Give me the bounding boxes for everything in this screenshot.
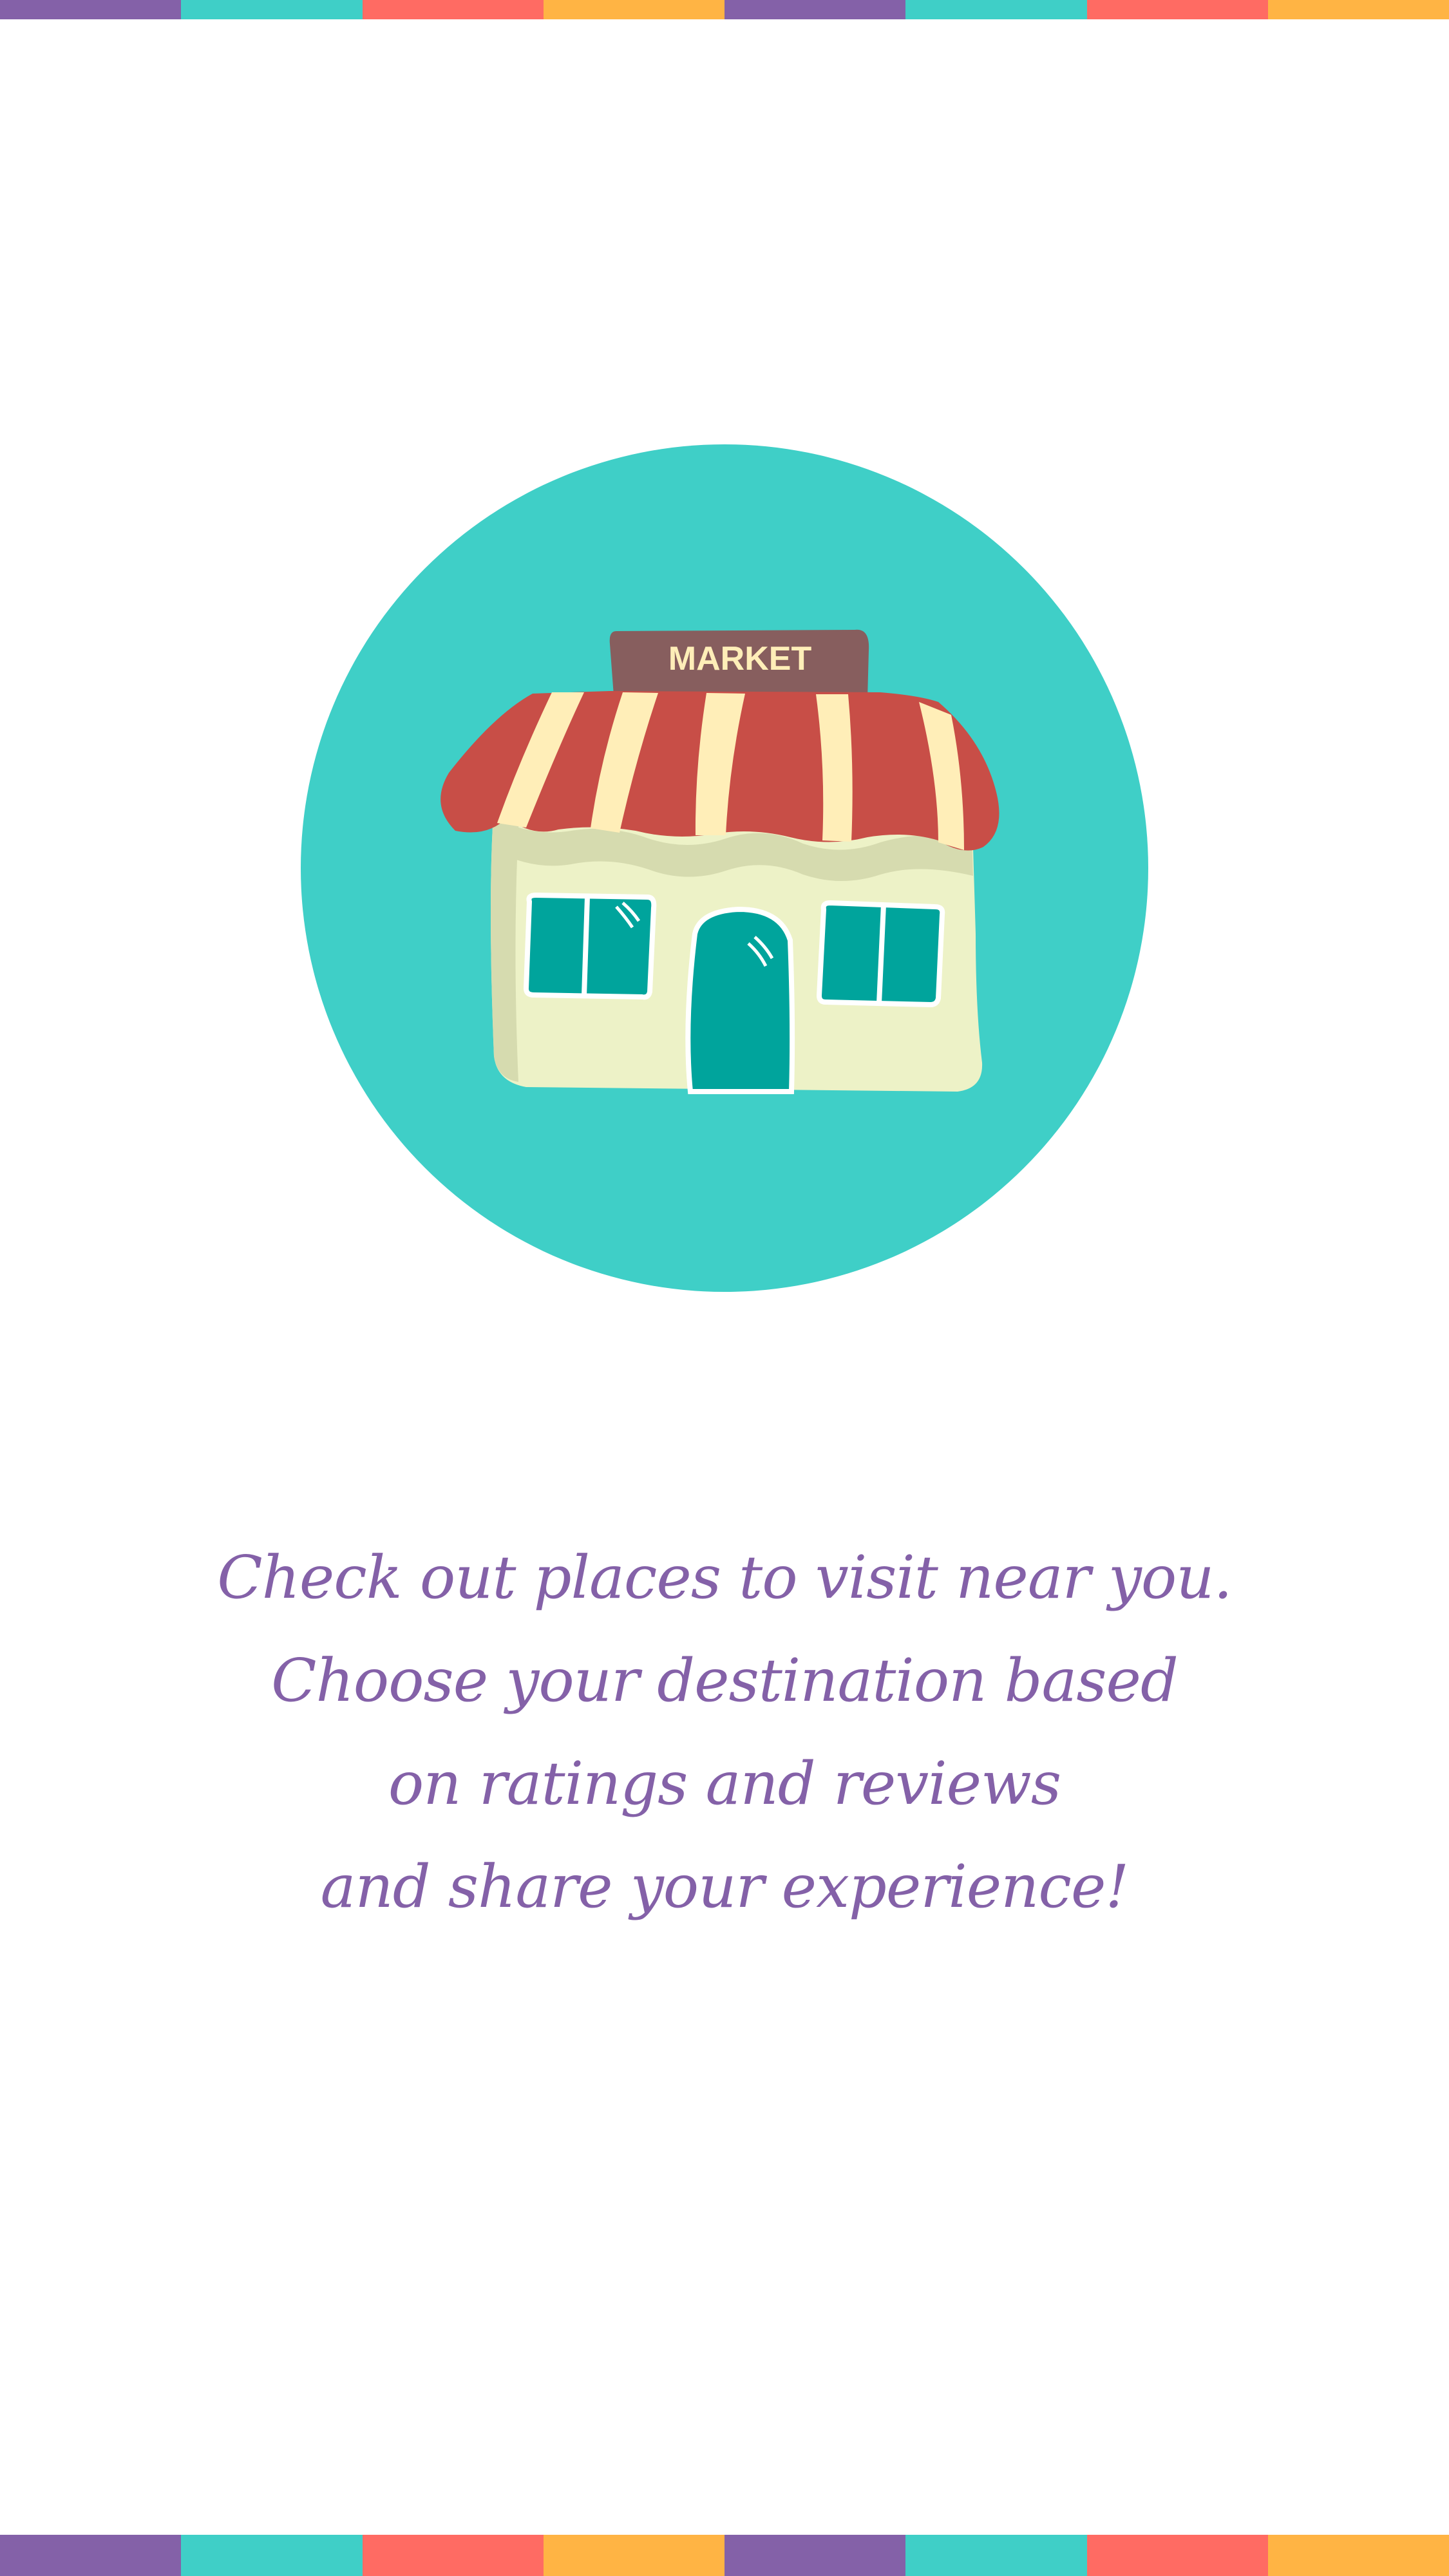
stripe-segment	[362, 0, 544, 19]
tagline-line-2: Choose your destination based	[271, 1646, 1179, 1715]
stripe-segment	[362, 2535, 544, 2576]
onboarding-tagline: Check out places to visit near you. Choo…	[145, 1526, 1304, 1938]
market-sign-text: MARKET	[668, 640, 812, 677]
bottom-color-stripe	[0, 2535, 1449, 2576]
shop-door	[685, 906, 795, 1094]
stripe-segment	[0, 0, 182, 19]
stripe-segment	[0, 2535, 182, 2576]
stripe-segment	[1267, 0, 1449, 19]
stripe-segment	[543, 2535, 724, 2576]
stripe-segment	[1086, 0, 1268, 19]
stripe-segment	[181, 2535, 363, 2576]
market-illustration: MARKET	[301, 444, 1148, 1292]
shop-window-left-divider	[582, 896, 590, 996]
tagline-line-1: Check out places to visit near you.	[217, 1543, 1233, 1612]
stripe-segment	[724, 0, 906, 19]
stripe-segment	[181, 0, 363, 19]
tagline-line-4: and share your experience!	[320, 1852, 1130, 1921]
stripe-segment	[724, 2535, 906, 2576]
tagline-line-3: on ratings and reviews	[388, 1749, 1061, 1818]
stripe-segment	[1086, 2535, 1268, 2576]
stripe-segment	[905, 2535, 1087, 2576]
stripe-segment	[1267, 2535, 1449, 2576]
shop-window-left	[523, 892, 657, 1000]
stripe-segment	[905, 0, 1087, 19]
stripe-segment	[543, 0, 724, 19]
top-color-stripe	[0, 0, 1449, 19]
market-storefront-icon: MARKET	[301, 444, 1148, 1292]
